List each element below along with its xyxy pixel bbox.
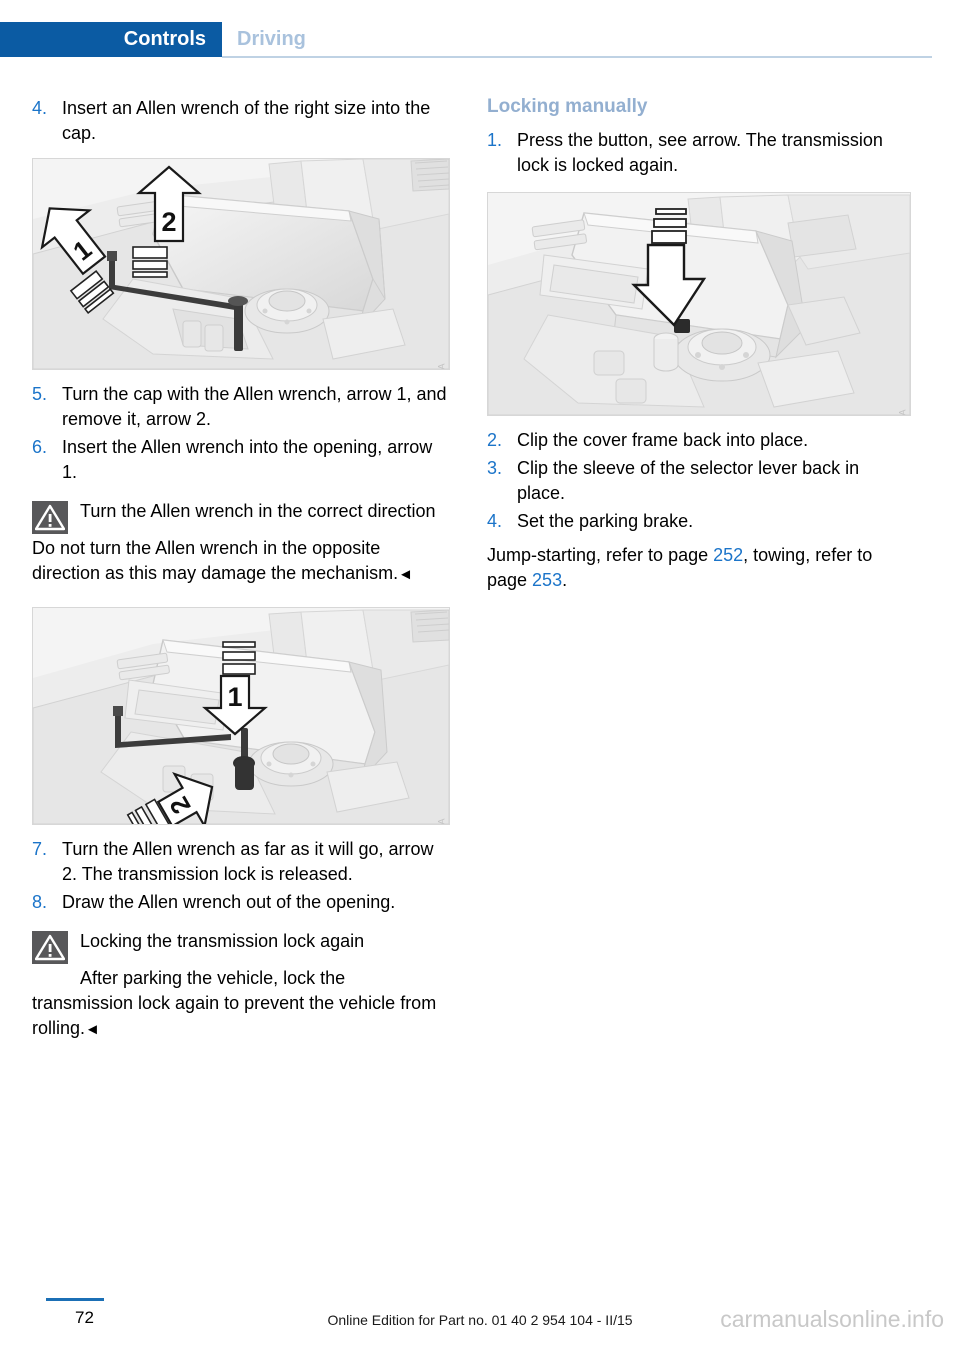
cross-reference-paragraph: Jump-starting, refer to page 252, towing… — [487, 543, 911, 593]
list-item: 5. Turn the cap with the Allen wrench, a… — [32, 382, 450, 432]
figure-3-illustration — [488, 193, 910, 415]
left-column: 4. Insert an Allen wrench of the right s… — [32, 96, 450, 1042]
footer-divider — [46, 1298, 104, 1301]
warning-endmark: ◄ — [85, 1021, 100, 1038]
warning-notice: Turn the Allen wrench in the correct dir… — [32, 499, 450, 587]
list-item-text: Turn the cap with the Allen wrench, arro… — [62, 384, 447, 429]
list-item-number: 7. — [32, 839, 48, 859]
figure-allen-wrench-opening: 1 2 MV09683CMA — [32, 607, 450, 825]
figure-transmission-lock-button: MV09356CMA — [487, 192, 911, 416]
list-item-text: Draw the Allen wrench out of the opening… — [62, 892, 396, 912]
warning-body-text: Do not turn the Allen wrench in the oppo… — [32, 538, 399, 583]
warning-header: Locking the transmission lock again — [32, 929, 450, 964]
list-item: 6. Insert the Allen wrench into the open… — [32, 435, 450, 485]
list-item: 7. Turn the Allen wrench as far as it wi… — [32, 837, 450, 887]
figure-code: MV09356CMA — [898, 409, 908, 415]
warning-body: After parking the vehicle, lock the tran… — [32, 966, 450, 1042]
warning-header: Turn the Allen wrench in the correct dir… — [32, 499, 450, 534]
page-reference-253[interactable]: 253 — [532, 570, 562, 590]
list-item-text: Set the parking brake. — [517, 511, 694, 531]
list-item-number: 3. — [487, 458, 503, 478]
list-item-text: Press the button, see arrow. The transmi… — [517, 130, 883, 175]
warning-title: Locking the transmission lock again — [80, 931, 365, 951]
warning-triangle-icon — [32, 501, 68, 534]
page-footer: 72 Online Edition for Part no. 01 40 2 9… — [0, 1290, 960, 1362]
list-item-text: Turn the Allen wrench as far as it will … — [62, 839, 434, 884]
breadcrumb-tab-driving[interactable]: Driving — [237, 28, 306, 51]
warning-body: Do not turn the Allen wrench in the oppo… — [32, 536, 450, 587]
right-column: Locking manually 1. Press the button, se… — [487, 96, 911, 593]
list-item: 1. Press the button, see arrow. The tran… — [487, 128, 911, 178]
list-item: 3. Clip the sleeve of the selector lever… — [487, 456, 911, 506]
figure-code: MV09683CMA — [437, 818, 447, 824]
list-item: 4. Set the parking brake. — [487, 509, 911, 534]
list-item-number: 4. — [32, 98, 48, 118]
list-item: 4. Insert an Allen wrench of the right s… — [32, 96, 450, 146]
figure-1-illustration: 2 1 — [33, 159, 449, 369]
figure-2-illustration: 1 2 — [33, 608, 449, 824]
breadcrumb-tab-controls-label: Controls — [123, 28, 206, 50]
list-item: 8. Draw the Allen wrench out of the open… — [32, 890, 450, 915]
list-item-number: 1. — [487, 130, 503, 150]
warning-endmark: ◄ — [398, 566, 414, 583]
page-header: Controls Driving — [0, 0, 960, 62]
list-item: 2. Clip the cover frame back into place. — [487, 428, 911, 453]
section-heading-locking-manually: Locking manually — [487, 96, 648, 117]
list-item-text: Insert the Allen wrench into the opening… — [62, 437, 433, 482]
figure-allen-wrench-cap: 2 1 MV09651CMA — [32, 158, 450, 370]
crossref-text-part3: . — [562, 570, 568, 590]
list-item-number: 5. — [32, 384, 48, 404]
page-reference-252[interactable]: 252 — [713, 545, 743, 565]
svg-text:2: 2 — [161, 207, 176, 237]
svg-text:1: 1 — [227, 682, 242, 712]
list-item-text: Clip the sleeve of the selector lever ba… — [517, 458, 860, 503]
breadcrumb-tab-controls[interactable]: Controls — [0, 22, 222, 57]
warning-triangle-icon — [32, 931, 68, 964]
site-watermark: carmanualsonline.info — [720, 1306, 944, 1332]
header-divider — [222, 56, 932, 58]
warning-title: Turn the Allen wrench in the correct dir… — [80, 501, 436, 521]
figure-code: MV09651CMA — [437, 363, 447, 369]
warning-notice: Locking the transmission lock again Afte… — [32, 929, 450, 1042]
list-item-number: 2. — [487, 430, 503, 450]
list-item-text: Insert an Allen wrench of the right size… — [62, 98, 431, 143]
list-item-number: 8. — [32, 892, 48, 912]
crossref-text-part1: Jump-starting, refer to page — [487, 545, 714, 565]
list-item-number: 4. — [487, 511, 503, 531]
list-item-text: Clip the cover frame back into place. — [517, 430, 809, 450]
list-item-number: 6. — [32, 437, 48, 457]
